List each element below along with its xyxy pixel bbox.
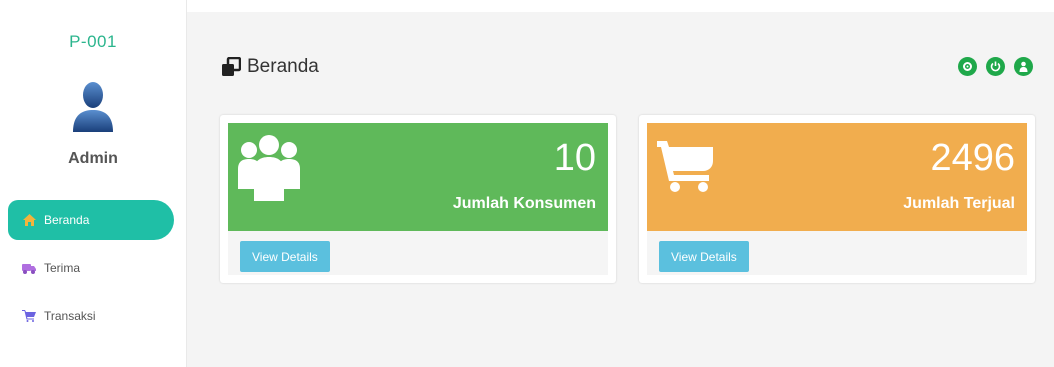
stat-card-header: 2496 Jumlah Terjual	[647, 123, 1027, 231]
cart-icon	[22, 309, 36, 323]
stat-card-label: Jumlah Konsumen	[452, 195, 596, 212]
logout-button[interactable]	[986, 57, 1005, 76]
user-avatar-icon	[73, 82, 113, 132]
stat-card-footer: View Details	[228, 231, 608, 275]
user-code: P-001	[69, 32, 117, 51]
page-title: Beranda	[221, 56, 319, 78]
main-content: Beranda 10 Jumlah Konsumen View Details …	[187, 12, 1054, 367]
stat-card-konsumen: 10 Jumlah Konsumen View Details	[220, 115, 616, 283]
view-details-button[interactable]: View Details	[659, 241, 749, 272]
stat-card-header: 10 Jumlah Konsumen	[228, 123, 608, 231]
clone-icon	[221, 56, 242, 77]
sidebar-item-transaksi[interactable]: Transaksi	[8, 296, 174, 336]
sidebar-item-terima[interactable]: Terima	[8, 248, 174, 288]
page-title-text: Beranda	[247, 56, 319, 77]
sidebar-item-beranda[interactable]: Beranda	[8, 200, 174, 240]
stat-card-value: 10	[553, 137, 596, 179]
stat-card-terjual: 2496 Jumlah Terjual View Details	[639, 115, 1035, 283]
sidebar-item-label: Terima	[44, 261, 81, 275]
power-icon	[990, 61, 1001, 72]
gear-icon	[963, 62, 972, 71]
truck-icon	[22, 261, 36, 275]
sidebar: P-001 Admin Beranda Terima Transaksi	[0, 0, 186, 367]
home-icon	[22, 213, 36, 227]
users-icon	[238, 131, 300, 206]
stat-card-label: Jumlah Terjual	[903, 195, 1015, 212]
user-icon	[1019, 61, 1028, 72]
view-details-button[interactable]: View Details	[240, 241, 330, 272]
top-actions	[958, 57, 1033, 76]
cart-icon	[657, 131, 713, 200]
avatar	[71, 80, 115, 132]
settings-button[interactable]	[958, 57, 977, 76]
stat-card-value: 2496	[930, 137, 1015, 179]
user-name: Admin	[68, 150, 118, 167]
sidebar-item-label: Transaksi	[44, 309, 96, 323]
stat-card-footer: View Details	[647, 231, 1027, 275]
profile-button[interactable]	[1014, 57, 1033, 76]
sidebar-item-label: Beranda	[44, 213, 90, 227]
